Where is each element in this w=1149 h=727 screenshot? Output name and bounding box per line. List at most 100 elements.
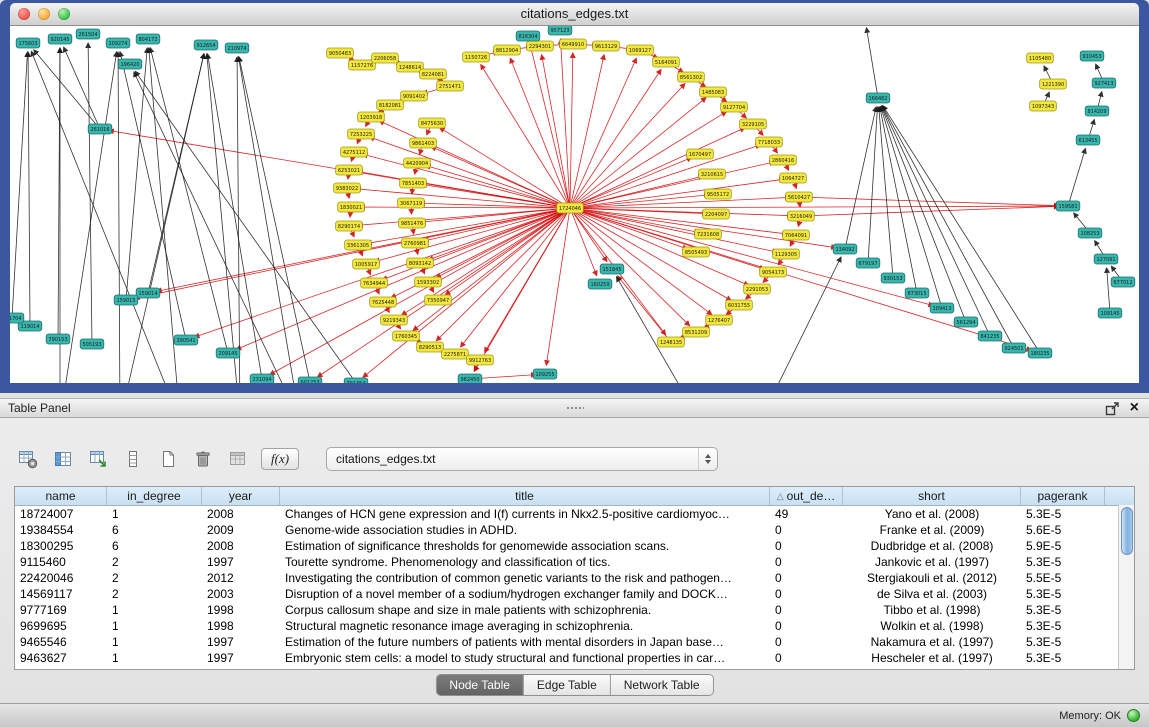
- graph-node[interactable]: 4420904: [404, 158, 431, 168]
- graph-node[interactable]: 390541: [174, 335, 198, 345]
- table-row[interactable]: 1938455462009Genome-wide association stu…: [15, 522, 1134, 538]
- graph-node[interactable]: 8093142: [407, 258, 434, 268]
- graph-node[interactable]: 841235: [978, 331, 1002, 341]
- graph-node[interactable]: 8505493: [683, 247, 710, 257]
- tab-edge-table[interactable]: Edge Table: [523, 675, 610, 695]
- graph-node[interactable]: 166482: [866, 93, 890, 103]
- graph-node[interactable]: 2291053: [744, 284, 771, 294]
- graph-node[interactable]: 804172: [136, 34, 160, 44]
- graph-node[interactable]: 791354: [344, 378, 368, 383]
- tab-network-table[interactable]: Network Table: [610, 675, 713, 695]
- graph-node[interactable]: 2206058: [372, 53, 399, 63]
- graph-node[interactable]: 8531209: [683, 327, 710, 337]
- minimize-window-button[interactable]: [38, 8, 50, 20]
- table-row[interactable]: 1830029562008Estimation of significance …: [15, 538, 1134, 554]
- graph-node[interactable]: 2204097: [703, 209, 730, 219]
- graph-node[interactable]: 9851476: [399, 218, 426, 228]
- graph-node[interactable]: 1005917: [353, 259, 380, 269]
- graph-node[interactable]: 910453: [1080, 51, 1104, 61]
- table-row[interactable]: 946554611997Estimation of the future num…: [15, 634, 1134, 650]
- graph-node[interactable]: 6253021: [336, 165, 363, 175]
- zoom-window-button[interactable]: [58, 8, 70, 20]
- graph-node[interactable]: 2294301: [527, 41, 554, 51]
- graph-node[interactable]: 8290174: [336, 221, 363, 231]
- table-scrollbar[interactable]: [1118, 505, 1134, 669]
- graph-node[interactable]: 6031755: [726, 300, 753, 310]
- function-builder-button[interactable]: f(x): [261, 448, 299, 470]
- graph-node[interactable]: 505193: [80, 339, 104, 349]
- graph-node[interactable]: 6649910: [560, 39, 587, 49]
- graph-node[interactable]: 1097343: [1030, 101, 1057, 111]
- graph-node[interactable]: 873015: [905, 288, 929, 298]
- graph-node[interactable]: 9219343: [381, 315, 408, 325]
- graph-node[interactable]: 912654: [194, 40, 218, 50]
- graph-node[interactable]: 2275871: [442, 349, 469, 359]
- graph-node[interactable]: 1221390: [1040, 79, 1067, 89]
- graph-node[interactable]: 814209: [1085, 106, 1109, 116]
- graph-node[interactable]: 9054173: [760, 267, 787, 277]
- graph-node[interactable]: 1248614: [397, 62, 424, 72]
- graph-svg[interactable]: 1724046905048311572762206058124861482240…: [10, 26, 1139, 383]
- graph-node[interactable]: 677012: [1111, 277, 1135, 287]
- graph-node[interactable]: 127091: [1094, 254, 1118, 264]
- graph-node[interactable]: 9050483: [327, 48, 354, 58]
- show-columns-icon[interactable]: [51, 446, 75, 472]
- graph-node[interactable]: 9091402: [401, 91, 428, 101]
- graph-node[interactable]: 3067119: [398, 198, 425, 208]
- graph-node[interactable]: 161704: [10, 313, 24, 323]
- graph-node[interactable]: 930153: [881, 273, 905, 283]
- graph-node[interactable]: 957123: [548, 26, 572, 35]
- graph-node[interactable]: 3210615: [699, 169, 726, 179]
- row-list-icon[interactable]: [121, 446, 145, 472]
- graph-node[interactable]: 7064091: [783, 230, 810, 240]
- graph-node[interactable]: 159581: [1056, 201, 1080, 211]
- graph-node[interactable]: 261504: [76, 29, 100, 39]
- table-row[interactable]: 969969511998Structural magnetic resonanc…: [15, 618, 1134, 634]
- graph-node[interactable]: 9912763: [467, 355, 494, 365]
- table-row[interactable]: 946362711997Embryonic stem cells: a mode…: [15, 650, 1134, 666]
- column-header-year[interactable]: year: [202, 487, 280, 505]
- column-header-in_degree[interactable]: in_degree: [107, 487, 202, 505]
- column-header-pagerank[interactable]: pagerank: [1021, 487, 1105, 505]
- graph-node[interactable]: 1485083: [700, 87, 727, 97]
- graph-node[interactable]: 8475630: [419, 118, 446, 128]
- graph-node[interactable]: 8561302: [678, 72, 705, 82]
- graph-node[interactable]: 261016: [88, 124, 112, 134]
- graph-node[interactable]: 9127704: [721, 102, 748, 112]
- graph-node[interactable]: 1830021: [338, 202, 365, 212]
- tab-node-table[interactable]: Node Table: [436, 675, 523, 695]
- graph-node[interactable]: 210974: [225, 43, 249, 53]
- graph-node[interactable]: 1157276: [349, 60, 376, 70]
- column-header-name[interactable]: name: [15, 487, 107, 505]
- graph-node[interactable]: 196420: [118, 59, 142, 69]
- graph-node[interactable]: 2860416: [770, 155, 797, 165]
- close-window-button[interactable]: [18, 8, 30, 20]
- graph-node[interactable]: 8224081: [420, 69, 447, 79]
- graph-node[interactable]: 7718033: [756, 137, 783, 147]
- graph-node[interactable]: 1248135: [658, 337, 685, 347]
- graph-node[interactable]: 816304: [516, 31, 540, 41]
- create-column-icon[interactable]: [156, 446, 180, 472]
- graph-node[interactable]: 1276407: [706, 315, 733, 325]
- graph-node[interactable]: 1150726: [463, 52, 490, 62]
- column-header-title[interactable]: title: [280, 487, 770, 505]
- graph-node[interactable]: 1064727: [780, 173, 807, 183]
- graph-node[interactable]: 209145: [216, 348, 240, 358]
- graph-node[interactable]: 7231608: [695, 229, 722, 239]
- graph-node[interactable]: 3216049: [788, 211, 815, 221]
- export-table-icon[interactable]: [226, 446, 250, 472]
- graph-node[interactable]: 601253: [298, 377, 322, 383]
- graph-node[interactable]: 9383022: [334, 183, 361, 193]
- graph-node[interactable]: 151845: [600, 264, 624, 274]
- graph-node[interactable]: 927413: [1092, 78, 1116, 88]
- graph-node[interactable]: 109413: [930, 303, 954, 313]
- graph-node[interactable]: 924501: [1002, 343, 1026, 353]
- graph-node[interactable]: 1203918: [358, 112, 385, 122]
- combo-arrows-icon[interactable]: [698, 448, 717, 470]
- graph-node[interactable]: 109274: [106, 38, 130, 48]
- graph-node[interactable]: 920145: [48, 34, 72, 44]
- graph-node[interactable]: 1670497: [687, 149, 714, 159]
- network-view-canvas[interactable]: 1724046905048311572762206058124861482240…: [10, 26, 1139, 383]
- graph-node[interactable]: 1105480: [1027, 53, 1054, 63]
- table-mode-icon[interactable]: [16, 446, 40, 472]
